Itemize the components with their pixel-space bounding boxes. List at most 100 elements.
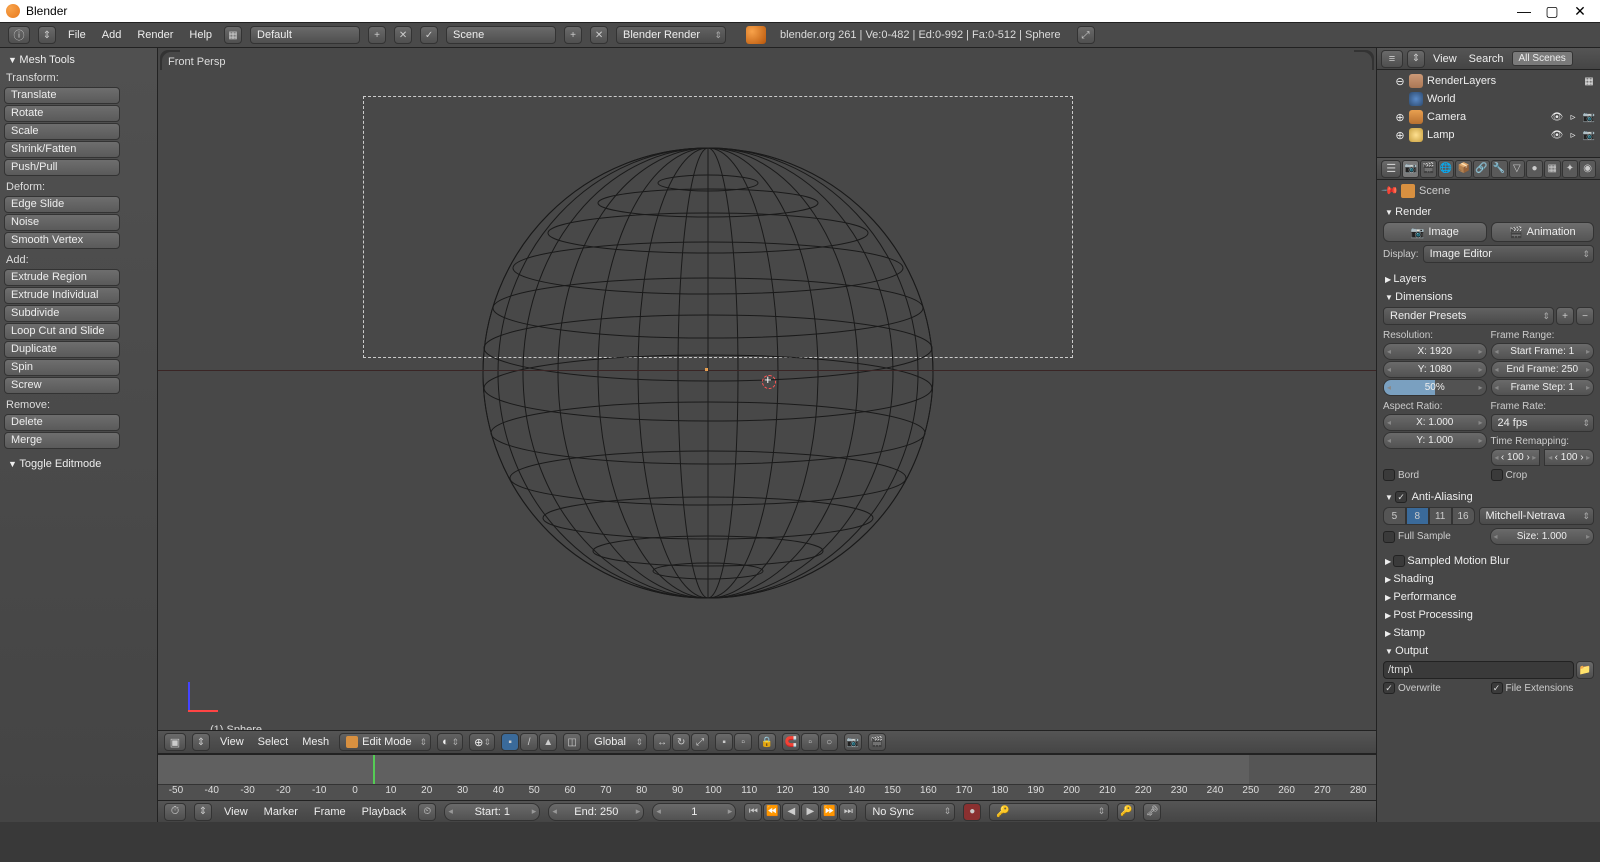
rotate-button[interactable]: Rotate: [4, 105, 120, 122]
data-tab-icon[interactable]: ▽: [1509, 160, 1526, 178]
minimize-button[interactable]: —: [1510, 3, 1538, 19]
manipulator-rotate[interactable]: ↻: [672, 733, 690, 751]
translate-button[interactable]: Translate: [4, 87, 120, 104]
3dview-menu-select[interactable]: Select: [254, 734, 293, 750]
push-pull-button[interactable]: Push/Pull: [4, 159, 120, 176]
vertex-select-mode[interactable]: ▪: [501, 733, 519, 751]
scene-browse-icon[interactable]: ✓: [420, 26, 438, 44]
3dview-menu-mesh[interactable]: Mesh: [298, 734, 333, 750]
scale-button[interactable]: Scale: [4, 123, 120, 140]
screen-delete-button[interactable]: ✕: [394, 26, 412, 44]
dimensions-panel-header[interactable]: Dimensions: [1381, 289, 1596, 305]
layer-buttons[interactable]: ▪▫: [715, 733, 752, 751]
occlude-geometry-toggle[interactable]: ◫: [563, 733, 581, 751]
modifiers-tab-icon[interactable]: 🔧: [1491, 160, 1508, 178]
snap-element[interactable]: ▫: [801, 733, 819, 751]
loop-cut-button[interactable]: Loop Cut and Slide: [4, 323, 120, 340]
jump-end-button[interactable]: ⏭: [839, 803, 857, 821]
overwrite-checkbox[interactable]: ✓Overwrite: [1383, 682, 1487, 694]
aa-size-field[interactable]: Size: 1.000: [1490, 528, 1595, 545]
render-image-button[interactable]: 📷 Image: [1383, 222, 1487, 242]
auto-keyframe-toggle[interactable]: ●: [963, 803, 981, 821]
smb-panel-header[interactable]: Sampled Motion Blur: [1381, 553, 1596, 569]
timeline-ruler[interactable]: -50-40-30-20-100102030405060708090100110…: [158, 784, 1376, 800]
timeline-menu-marker[interactable]: Marker: [260, 804, 302, 820]
shading-dropdown[interactable]: ◐: [437, 733, 463, 751]
end-frame-prop-field[interactable]: End Frame: 250: [1491, 361, 1595, 378]
outliner-menu-view[interactable]: View: [1429, 51, 1461, 67]
screen-add-button[interactable]: +: [368, 26, 386, 44]
properties-editor-type-icon[interactable]: ☰: [1381, 160, 1401, 178]
screen-layout-field[interactable]: Default: [250, 26, 360, 44]
tree-item-camera[interactable]: ⊕ Camera 👁▹📷: [1381, 108, 1596, 126]
insert-keyframe-button[interactable]: 🔑: [1117, 803, 1135, 821]
keying-set-dropdown[interactable]: 🔑: [989, 803, 1109, 821]
orientation-dropdown[interactable]: Global: [587, 733, 647, 751]
resolution-percentage-slider[interactable]: 50%: [1383, 379, 1487, 396]
face-select-mode[interactable]: ▲: [539, 733, 557, 751]
current-frame-field[interactable]: 1: [652, 803, 736, 821]
back-to-previous-button[interactable]: ⤢: [1077, 26, 1095, 44]
scene-delete-button[interactable]: ✕: [590, 26, 608, 44]
manipulator-scale[interactable]: ⤢: [691, 733, 709, 751]
remap-new-field[interactable]: ‹ 100 ›: [1544, 449, 1594, 466]
edge-slide-button[interactable]: Edge Slide: [4, 196, 120, 213]
maximize-button[interactable]: ▢: [1538, 3, 1566, 20]
aspect-x-field[interactable]: X: 1.000: [1383, 414, 1487, 431]
sync-dropdown[interactable]: No Sync: [865, 803, 955, 821]
area-corner-tr[interactable]: [1354, 50, 1374, 70]
timeline-menu-view[interactable]: View: [220, 804, 252, 820]
border-checkbox[interactable]: Bord: [1383, 469, 1487, 481]
aa-11[interactable]: 11: [1429, 507, 1452, 525]
timeline-area[interactable]: -50-40-30-20-100102030405060708090100110…: [158, 754, 1376, 800]
resolution-y-field[interactable]: Y: 1080: [1383, 361, 1487, 378]
lock-camera-toggle[interactable]: 🔒: [758, 733, 776, 751]
opengl-render-image[interactable]: 📷: [844, 733, 862, 751]
tree-item-lamp[interactable]: ⊕ Lamp 👁▹📷: [1381, 126, 1596, 144]
end-frame-field[interactable]: End: 250: [548, 803, 644, 821]
shading-panel-header[interactable]: Shading: [1381, 571, 1596, 587]
material-tab-icon[interactable]: ●: [1526, 160, 1543, 178]
render-tab-icon[interactable]: 📷: [1402, 160, 1419, 178]
edge-select-mode[interactable]: /: [520, 733, 538, 751]
output-panel-header[interactable]: Output: [1381, 643, 1596, 659]
physics-tab-icon[interactable]: ◉: [1579, 160, 1596, 178]
screen-browse-icon[interactable]: ▦: [224, 26, 242, 44]
mesh-tools-header[interactable]: Mesh Tools: [4, 52, 149, 68]
play-reverse-button[interactable]: ◀: [782, 803, 800, 821]
display-dropdown[interactable]: Image Editor: [1423, 245, 1594, 263]
preset-add-button[interactable]: +: [1556, 307, 1574, 325]
pivot-dropdown[interactable]: ⊕: [469, 733, 495, 751]
full-sample-checkbox[interactable]: Full Sample: [1383, 528, 1486, 545]
opengl-render-anim[interactable]: 🎬: [868, 733, 886, 751]
outliner-menu-toggle[interactable]: ⇕: [1407, 50, 1425, 68]
scene-tab-icon[interactable]: 🎬: [1420, 160, 1437, 178]
header-menu-toggle[interactable]: ⇕: [38, 26, 56, 44]
layers-panel-header[interactable]: Layers: [1381, 271, 1596, 287]
duplicate-button[interactable]: Duplicate: [4, 341, 120, 358]
keyframe-next-button[interactable]: ⏩: [820, 803, 838, 821]
aspect-y-field[interactable]: Y: 1.000: [1383, 432, 1487, 449]
file-extensions-checkbox[interactable]: ✓File Extensions: [1491, 682, 1595, 694]
3d-viewport[interactable]: Front Persp: [158, 48, 1376, 822]
timeline-menu-toggle[interactable]: ⇕: [194, 803, 212, 821]
outliner-menu-search[interactable]: Search: [1465, 51, 1508, 67]
outliner-editor-type-icon[interactable]: ≡: [1381, 50, 1403, 68]
toggle-editmode-header[interactable]: Toggle Editmode: [4, 456, 149, 472]
snap-toggle[interactable]: 🧲: [782, 733, 800, 751]
mode-dropdown[interactable]: Edit Mode: [339, 733, 431, 751]
tree-item-renderlayers[interactable]: ⊖ RenderLayers ▦: [1381, 72, 1596, 90]
start-frame-prop-field[interactable]: Start Frame: 1: [1491, 343, 1595, 360]
tree-item-world[interactable]: World: [1381, 90, 1596, 108]
render-engine-dropdown[interactable]: Blender Render: [616, 26, 726, 44]
scene-add-button[interactable]: +: [564, 26, 582, 44]
timeline-editor-type-icon[interactable]: ⏱: [164, 803, 186, 821]
menu-add[interactable]: Add: [98, 27, 126, 43]
aa-filter-dropdown[interactable]: Mitchell-Netrava: [1479, 507, 1595, 525]
constraints-tab-icon[interactable]: 🔗: [1473, 160, 1490, 178]
fps-dropdown[interactable]: 24 fps: [1491, 414, 1595, 432]
shrink-fatten-button[interactable]: Shrink/Fatten: [4, 141, 120, 158]
world-tab-icon[interactable]: 🌐: [1438, 160, 1455, 178]
render-presets-dropdown[interactable]: Render Presets: [1383, 307, 1554, 325]
start-frame-field[interactable]: Start: 1: [444, 803, 540, 821]
